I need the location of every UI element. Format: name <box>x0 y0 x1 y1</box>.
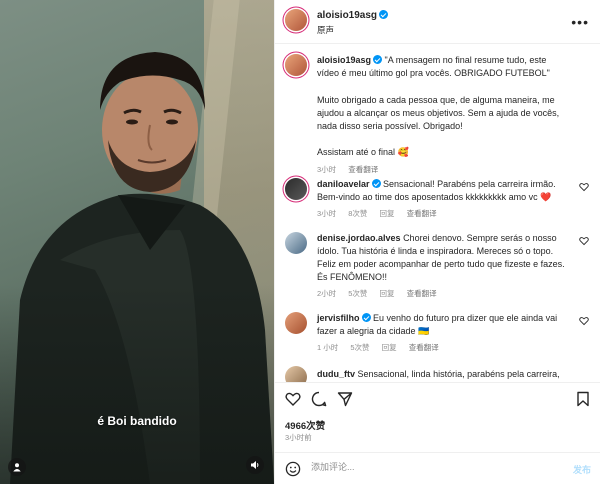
comment-reply[interactable]: 回复 <box>380 289 395 298</box>
post-actions-bar <box>275 382 600 412</box>
comment-reply[interactable]: 回复 <box>382 343 397 352</box>
comment-likes[interactable]: 5次赞 <box>350 343 369 352</box>
verified-badge-icon <box>373 55 383 64</box>
comment-meta: 2小时 5次赞 回复 查看翻译 <box>317 288 447 299</box>
comment-body: denise.jordao.alves Chorei denovo. Sempr… <box>317 232 569 284</box>
comment-translate-link[interactable]: 查看翻译 <box>407 289 437 298</box>
post-comment-button[interactable]: 发布 <box>573 463 591 476</box>
caption-body: aloisio19asg "A mensagem no final resume… <box>317 54 569 80</box>
verified-badge-icon <box>371 179 381 188</box>
post-side-panel: aloisio19asg 原声 ••• aloisio19asg "A mens… <box>274 0 600 484</box>
comment-input[interactable] <box>311 462 551 472</box>
comment-username[interactable]: denise.jordao.alves <box>317 233 401 243</box>
instagram-post-view: é Boi bandido aloisio19asg 原声 ••• aloisi… <box>0 0 600 484</box>
comments-list[interactable]: aloisio19asg "A mensagem no final resume… <box>275 44 600 382</box>
comment-translate-link[interactable]: 查看翻译 <box>407 209 437 218</box>
video-player[interactable]: é Boi bandido <box>0 0 274 484</box>
heart-icon[interactable] <box>285 391 301 407</box>
comment-avatar[interactable] <box>285 232 307 254</box>
audio-label[interactable]: 原声 <box>317 24 334 36</box>
comment-likes[interactable]: 5次赞 <box>348 289 367 298</box>
comment-username[interactable]: daniloavelar <box>317 179 370 189</box>
verified-badge-icon <box>379 10 389 19</box>
comment-body: daniloavelar Sensacional! Parabéns pela … <box>317 178 569 204</box>
emoji-icon[interactable] <box>285 461 301 477</box>
caption-translate-link[interactable]: 查看翻译 <box>348 165 378 174</box>
post-timestamp[interactable]: 3小时前 <box>285 432 312 443</box>
comment-body: dudu_ftv Sensacional, linda história, pa… <box>317 368 569 381</box>
tagged-users-button[interactable] <box>8 458 26 476</box>
user-icon <box>13 463 21 472</box>
comment-reply[interactable]: 回复 <box>380 209 395 218</box>
comment-time: 1 小时 <box>317 343 339 352</box>
caption-time: 3小时 <box>317 165 337 174</box>
comment-text: Sensacional, linda história, parabéns pe… <box>357 369 560 379</box>
caption-meta: 3小时 查看翻译 <box>317 164 388 175</box>
comment-avatar[interactable] <box>285 366 307 382</box>
comment-username[interactable]: dudu_ftv <box>317 369 355 379</box>
comment-time: 2小时 <box>317 289 337 298</box>
bookmark-icon[interactable] <box>575 391 591 407</box>
heart-icon[interactable] <box>579 182 589 192</box>
comment-time: 3小时 <box>317 209 337 218</box>
comment-composer: 发布 <box>275 452 600 484</box>
header-username-text[interactable]: aloisio19asg <box>317 10 377 21</box>
comment-avatar[interactable] <box>285 312 307 334</box>
share-icon[interactable] <box>337 391 353 407</box>
comment-username[interactable]: jervisfilho <box>317 313 360 323</box>
sound-toggle-button[interactable] <box>246 456 264 474</box>
comment-meta: 1 小时 5次赞 回复 查看翻译 <box>317 342 449 353</box>
comment-meta: 3小时 8次赞 回复 查看翻译 <box>317 208 447 219</box>
avatar[interactable] <box>285 9 307 31</box>
caption-paragraph-3: Assistam até o final 🥰 <box>317 147 409 157</box>
comment-likes[interactable]: 8次赞 <box>348 209 367 218</box>
comment-icon[interactable] <box>311 391 327 407</box>
verified-badge-icon <box>361 313 371 322</box>
speaker-icon <box>251 461 259 469</box>
comment-avatar[interactable] <box>285 178 307 200</box>
video-caption: é Boi bandido <box>97 414 177 428</box>
caption-avatar[interactable] <box>285 54 307 76</box>
likes-count[interactable]: 4966次赞 <box>285 418 325 432</box>
post-header: aloisio19asg 原声 ••• <box>275 0 600 44</box>
caption-username[interactable]: aloisio19asg <box>317 55 371 65</box>
video-shade <box>0 284 274 484</box>
caption-paragraph-2: Muito obrigado a cada pessoa que, de alg… <box>317 95 560 131</box>
heart-icon[interactable] <box>579 316 589 326</box>
comment-body: jervisfilho Eu venho do futuro pra dizer… <box>317 312 569 338</box>
heart-icon[interactable] <box>579 236 589 246</box>
header-username[interactable]: aloisio19asg <box>317 10 389 21</box>
more-options-icon[interactable]: ••• <box>571 14 589 30</box>
comment-translate-link[interactable]: 查看翻译 <box>409 343 439 352</box>
